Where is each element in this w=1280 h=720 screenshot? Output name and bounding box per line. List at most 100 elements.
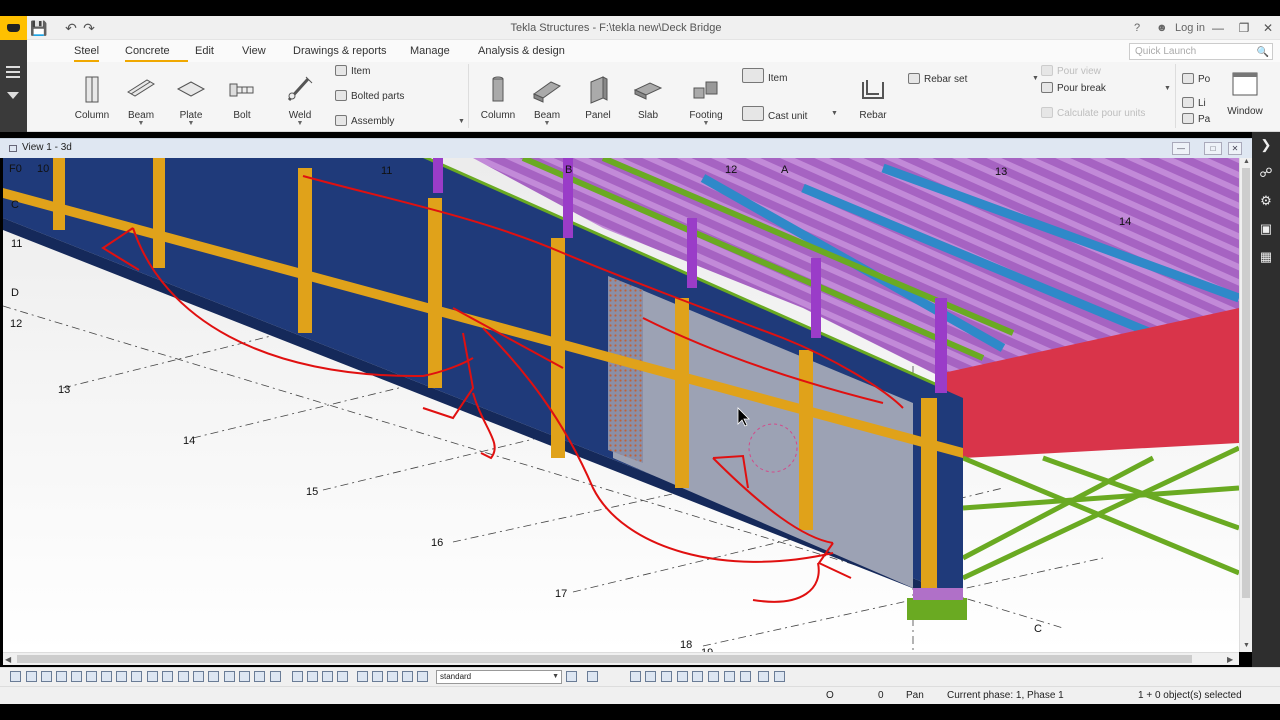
window-button[interactable]: Window <box>1222 70 1268 117</box>
view-zoom-icon[interactable] <box>740 671 751 682</box>
tab-analysis-design[interactable]: Analysis & design <box>478 40 565 62</box>
objects-icon[interactable]: ▣ <box>1255 218 1277 240</box>
pour-view-button[interactable]: Pour view <box>1041 64 1101 80</box>
save-icon[interactable]: 💾 <box>30 19 48 37</box>
po-button[interactable]: Po <box>1182 72 1210 88</box>
concrete-beam-button[interactable]: Beam ▼ <box>524 74 570 127</box>
view-render-icon[interactable] <box>661 671 672 682</box>
select-point-icon[interactable] <box>270 671 281 682</box>
selection-filter-select[interactable]: standard ▼ <box>436 670 562 684</box>
help-icon[interactable]: ? <box>1134 16 1140 40</box>
select-grids-icon[interactable] <box>71 671 82 682</box>
select-cuts-icon[interactable] <box>147 671 158 682</box>
login-link[interactable]: Log in <box>1175 16 1205 40</box>
tab-edit[interactable]: Edit <box>195 40 214 62</box>
concrete-item-button[interactable]: Item <box>742 68 787 84</box>
user-icon[interactable]: ☻ <box>1156 16 1168 40</box>
tab-steel[interactable]: Steel <box>74 40 100 62</box>
select-points-icon[interactable] <box>56 671 67 682</box>
tab-manage[interactable]: Manage <box>410 40 450 62</box>
vertical-scroll-thumb[interactable] <box>1242 168 1250 598</box>
redo-icon[interactable]: ↷ <box>80 19 98 37</box>
cast-unit-button[interactable]: Cast unit <box>742 106 807 122</box>
snap-line-icon[interactable] <box>337 671 348 682</box>
minimize-icon[interactable]: — <box>1208 18 1228 38</box>
quick-launch-input[interactable]: Quick Launch 🔍 <box>1129 43 1273 60</box>
scroll-left-icon[interactable]: ◀ <box>5 653 11 666</box>
concrete-panel-button[interactable]: Panel <box>575 74 621 121</box>
view-close-icon[interactable]: ✕ <box>1228 142 1242 155</box>
scroll-right-icon[interactable]: ▶ <box>1227 653 1233 666</box>
snap-free-icon[interactable] <box>417 671 428 682</box>
view-xray-icon[interactable] <box>758 671 769 682</box>
components-icon[interactable]: ▦ <box>1255 246 1277 268</box>
connections-icon[interactable]: ☍ <box>1255 162 1277 184</box>
settings-icon[interactable]: ⚙ <box>1255 190 1277 212</box>
pour-break-dropdown-icon[interactable]: ▼ <box>1164 85 1171 92</box>
snap-intersect-icon[interactable] <box>387 671 398 682</box>
rebar-set-button[interactable]: Rebar set <box>908 72 967 88</box>
restore-icon[interactable]: ❐ <box>1234 18 1254 38</box>
li-button[interactable]: Li <box>1182 96 1206 112</box>
viewport-vertical-scrollbar[interactable]: ▲ ▼ <box>1239 158 1252 652</box>
steel-bolt-button[interactable]: Bolt <box>219 74 265 121</box>
menu-icon[interactable] <box>6 66 20 68</box>
select-views-icon[interactable] <box>162 671 173 682</box>
rebar-set-dropdown-icon[interactable]: ▼ <box>1032 75 1039 82</box>
tekla-logo[interactable] <box>0 16 27 40</box>
select-components-icon[interactable] <box>101 671 112 682</box>
select-planes-icon[interactable] <box>178 671 189 682</box>
select-bolts-icon[interactable] <box>131 671 142 682</box>
view-clip-icon[interactable] <box>692 671 703 682</box>
steel-column-button[interactable]: Column <box>69 74 115 121</box>
steel-plate-button[interactable]: Plate ▼ <box>168 74 214 127</box>
undo-icon[interactable]: ↶ <box>62 19 80 37</box>
select-object-icon[interactable] <box>239 671 250 682</box>
tab-view[interactable]: View <box>242 40 266 62</box>
concrete-column-button[interactable]: Column <box>475 74 521 121</box>
view-depth-icon[interactable] <box>708 671 719 682</box>
rebar-button[interactable]: Rebar <box>850 74 896 121</box>
select-welds-icon[interactable] <box>116 671 127 682</box>
select-assembly-icon[interactable] <box>208 671 219 682</box>
filter-options-icon[interactable] <box>566 671 577 682</box>
steel-weld-button[interactable]: Weld ▼ <box>277 74 323 127</box>
collapse-icon[interactable] <box>7 92 19 99</box>
tab-drawings-reports[interactable]: Drawings & reports <box>293 40 387 62</box>
close-icon[interactable]: ✕ <box>1258 18 1278 38</box>
snap-center-icon[interactable] <box>322 671 333 682</box>
concrete-slab-button[interactable]: Slab <box>625 74 671 121</box>
select-lines-icon[interactable] <box>86 671 97 682</box>
view-planes-icon[interactable] <box>630 671 641 682</box>
steel-beam-button[interactable]: Beam ▼ <box>118 74 164 127</box>
select-rebar-icon[interactable] <box>193 671 204 682</box>
steel-item-button[interactable]: Item <box>335 64 370 80</box>
tab-concrete[interactable]: Concrete <box>125 40 188 62</box>
snap-geom-icon[interactable] <box>372 671 383 682</box>
select-parts-icon[interactable] <box>41 671 52 682</box>
assembly-button[interactable]: Assembly <box>335 114 394 130</box>
view-minimize-icon[interactable]: — <box>1172 142 1190 155</box>
select-switch-icon[interactable] <box>587 671 598 682</box>
view-maximize-icon[interactable]: □ <box>1204 142 1222 155</box>
snap-end-icon[interactable] <box>292 671 303 682</box>
steel-group-expand-icon[interactable]: ▼ <box>458 118 465 125</box>
snap-mid-icon[interactable] <box>307 671 318 682</box>
select-surface-icon[interactable] <box>224 671 235 682</box>
view-measure-icon[interactable] <box>774 671 785 682</box>
select-icon[interactable] <box>10 671 21 682</box>
calculate-pour-units-button[interactable]: Calculate pour units <box>1041 106 1145 122</box>
viewport-horizontal-scrollbar[interactable]: ◀ ▶ <box>3 652 1239 665</box>
view-work-area-icon[interactable] <box>677 671 688 682</box>
select-filter-icon[interactable] <box>254 671 265 682</box>
view-fit-icon[interactable] <box>724 671 735 682</box>
snap-icon[interactable] <box>26 671 37 682</box>
expand-panel-icon[interactable]: ❯ <box>1255 134 1277 156</box>
bolted-parts-button[interactable]: Bolted parts <box>335 89 404 105</box>
concrete-footing-button[interactable]: Footing ▼ <box>683 74 729 127</box>
snap-ref-icon[interactable] <box>357 671 368 682</box>
cast-unit-dropdown-icon[interactable]: ▼ <box>831 110 838 117</box>
view-grid-icon[interactable] <box>645 671 656 682</box>
pa-button[interactable]: Pa <box>1182 112 1210 128</box>
pour-break-button[interactable]: Pour break <box>1041 81 1106 97</box>
